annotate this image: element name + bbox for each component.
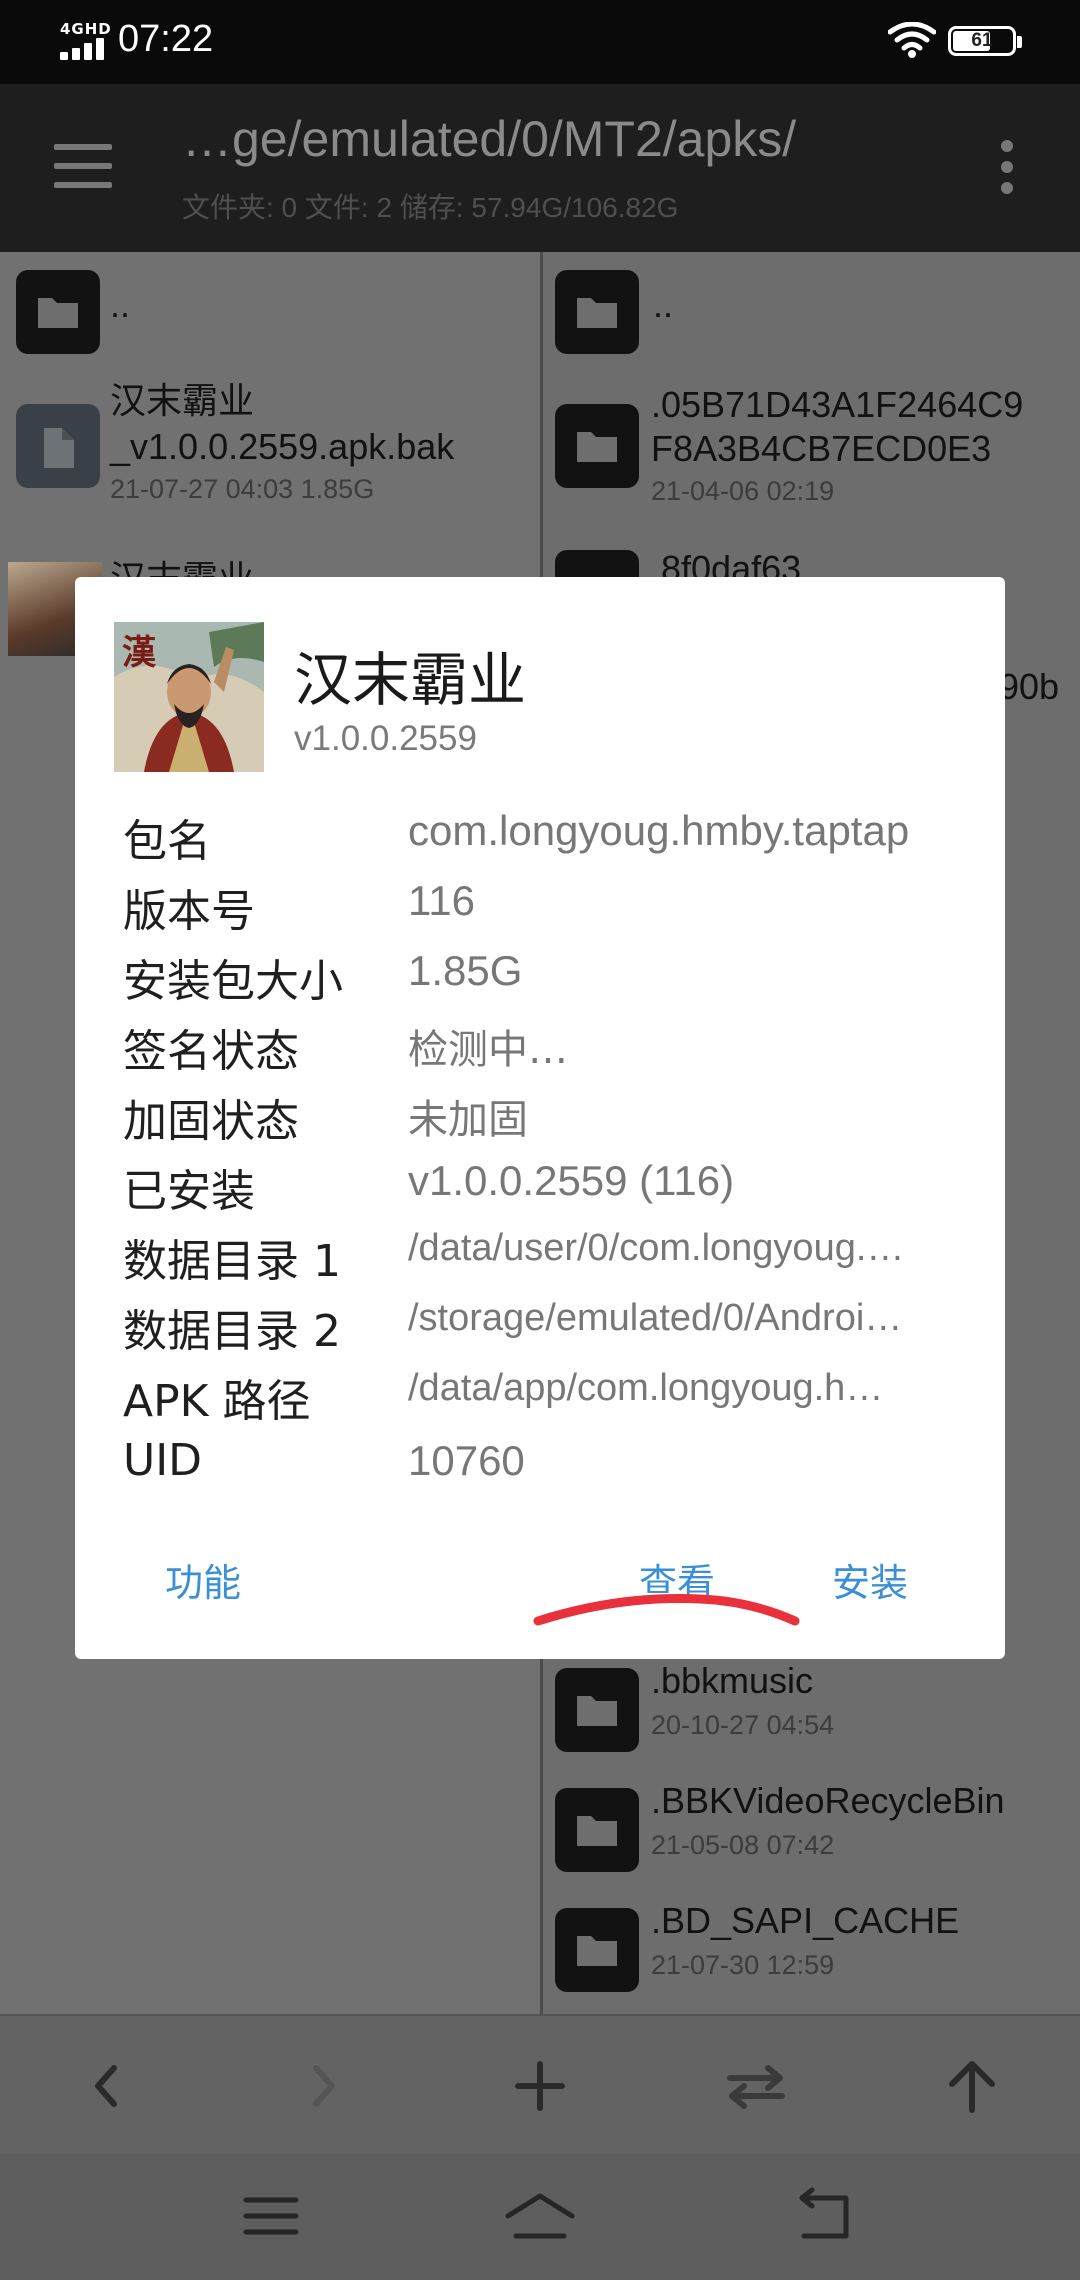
info-value: 10760 — [408, 1437, 525, 1484]
info-row-installed: 已安装 v1.0.0.2559 (116) — [123, 1155, 983, 1219]
file-name: .BD_SAPI_CACHE — [651, 1900, 960, 1941]
status-time: 07:22 — [118, 18, 214, 60]
info-label: UID — [123, 1435, 203, 1486]
signal-icon — [60, 38, 106, 60]
home-icon[interactable] — [500, 2186, 580, 2246]
info-value[interactable]: /storage/emulated/0/Androi… — [408, 1297, 902, 1340]
file-name-fragment: 90b — [999, 666, 1060, 707]
list-item[interactable]: 汉末霸业 _v1.0.0.2559.apk.bak 21-07-27 04:03… — [0, 368, 540, 508]
file-meta: 21-07-30 12:59 — [651, 1950, 835, 1980]
app-icon: 漢 — [114, 622, 264, 772]
info-label: APK 路径 — [123, 1376, 311, 1427]
view-button[interactable]: 查看 — [639, 1552, 715, 1607]
svg-text:漢: 漢 — [122, 633, 157, 673]
list-item[interactable]: .05B71D43A1F2464C9 F8A3B4CB7ECD0E3 21-04… — [543, 372, 1080, 512]
info-row-hardening: 加固状态 未加固 — [123, 1085, 983, 1149]
app-toolbar: …ge/emulated/0/MT2/apks/ 文件夹: 0 文件: 2 储存… — [0, 84, 1080, 252]
list-item-parent[interactable]: .. — [0, 252, 540, 368]
list-item[interactable]: .bbkmusic 20-10-27 04:54 — [543, 1658, 1080, 1774]
info-row-uid: UID 10760 — [123, 1435, 983, 1499]
info-label: 包名 — [123, 816, 211, 867]
info-value: v1.0.0.2559 (116) — [408, 1157, 735, 1204]
chevron-right-icon[interactable] — [284, 2046, 364, 2126]
menu-icon[interactable] — [232, 2186, 312, 2246]
list-item[interactable]: .BD_SAPI_CACHE 21-07-30 12:59 — [543, 1898, 1080, 2014]
info-row-data-dir-2: 数据目录 2 /storage/emulated/0/Androi… — [123, 1295, 983, 1359]
folder-icon — [16, 270, 100, 354]
folder-icon — [555, 270, 639, 354]
info-value: 检测中… — [408, 1027, 568, 1073]
plus-icon[interactable] — [500, 2046, 580, 2126]
apk-info-dialog: 漢 汉末霸业 v1.0.0.2559 包名 com.longyoug.hmby.… — [75, 577, 1005, 1659]
back-icon[interactable] — [784, 2186, 864, 2246]
chevron-left-icon[interactable] — [66, 2046, 146, 2126]
folder-icon — [555, 1788, 639, 1872]
network-type: 4GHD — [60, 20, 112, 38]
info-value: 未加固 — [408, 1097, 528, 1143]
file-name: .. — [653, 284, 674, 325]
info-label: 安装包大小 — [123, 956, 343, 1007]
file-meta: 20-10-27 04:54 — [651, 1710, 835, 1740]
file-name-line2: _v1.0.0.2559.apk.bak — [110, 426, 455, 467]
info-value: 1.85G — [408, 947, 523, 994]
app-name: 汉末霸业 — [294, 646, 527, 714]
info-row-size: 安装包大小 1.85G — [123, 945, 983, 1009]
info-value: 116 — [408, 877, 475, 924]
list-item-parent[interactable]: .. — [543, 252, 1080, 368]
file-meta: 21-07-27 04:03 1.85G — [110, 474, 375, 504]
battery-icon: 61 — [948, 26, 1022, 56]
folder-icon — [555, 1668, 639, 1752]
file-icon — [16, 404, 100, 488]
file-name-line1: .05B71D43A1F2464C9 — [651, 384, 1024, 425]
file-name-line1: 汉末霸业 — [110, 380, 255, 421]
info-label: 已安装 — [123, 1166, 255, 1217]
battery-level: 61 — [971, 30, 993, 51]
info-row-apk-path: APK 路径 /data/app/com.longyoug.h… — [123, 1365, 983, 1429]
more-options-icon[interactable] — [1000, 140, 1014, 194]
bottom-toolbar — [0, 2014, 1080, 2154]
menu-icon[interactable] — [54, 144, 112, 188]
system-nav-bar — [0, 2154, 1080, 2280]
info-value[interactable]: com.longyoug.hmby.taptap — [408, 807, 909, 855]
file-meta: 21-04-06 02:19 — [651, 476, 835, 506]
file-meta: 21-05-08 07:42 — [651, 1830, 835, 1860]
list-item[interactable]: .BBKVideoRecycleBin 21-05-08 07:42 — [543, 1778, 1080, 1894]
info-label: 加固状态 — [123, 1096, 299, 1147]
folder-icon — [555, 404, 639, 488]
info-row-data-dir-1: 数据目录 1 /data/user/0/com.longyoug.… — [123, 1225, 983, 1289]
current-path[interactable]: …ge/emulated/0/MT2/apks/ — [182, 110, 796, 168]
info-label: 数据目录 2 — [123, 1306, 341, 1357]
functions-button[interactable]: 功能 — [165, 1552, 241, 1607]
info-label: 签名状态 — [123, 1026, 299, 1077]
wifi-icon — [888, 22, 936, 58]
swap-icon[interactable] — [716, 2046, 796, 2126]
arrow-up-icon[interactable] — [932, 2046, 1012, 2126]
folder-icon — [555, 1908, 639, 1992]
info-value[interactable]: /data/app/com.longyoug.h… — [408, 1367, 883, 1410]
status-bar: 4GHD 07:22 61 — [0, 0, 1080, 84]
file-name: .BBKVideoRecycleBin — [651, 1780, 1005, 1821]
file-name-line2: F8A3B4CB7ECD0E3 — [651, 428, 992, 469]
info-label: 版本号 — [123, 886, 255, 937]
file-name: .. — [110, 284, 131, 325]
install-button[interactable]: 安装 — [832, 1552, 908, 1607]
info-label: 数据目录 1 — [123, 1236, 341, 1287]
info-row-package: 包名 com.longyoug.hmby.taptap — [123, 805, 983, 869]
info-row-signature: 签名状态 检测中… — [123, 1015, 983, 1079]
app-version: v1.0.0.2559 — [294, 719, 477, 758]
info-row-version-code: 版本号 116 — [123, 875, 983, 939]
info-value[interactable]: /data/user/0/com.longyoug.… — [408, 1227, 904, 1270]
file-name: .bbkmusic — [651, 1660, 814, 1701]
storage-info: 文件夹: 0 文件: 2 储存: 57.94G/106.82G — [182, 192, 679, 223]
